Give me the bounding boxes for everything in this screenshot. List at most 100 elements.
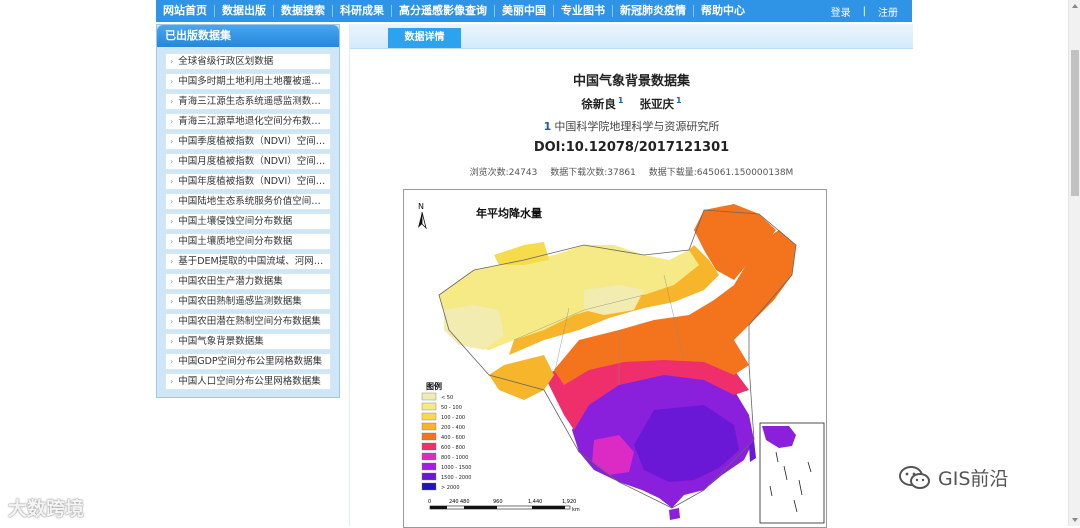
dataset-item[interactable]: › 中国土壤侵蚀空间分布数据	[165, 213, 331, 230]
dataset-item[interactable]: › 中国GDP空间分布公里网格数据集	[165, 353, 331, 370]
legend-swatch	[421, 472, 437, 481]
dataset-item[interactable]: › 中国多时期土地利用土地覆被遥感监测数据集	[165, 73, 331, 90]
nav-item-imagery[interactable]: 高分遥感影像查询	[392, 5, 495, 17]
dataset-label: 中国气象背景数据集	[178, 336, 264, 347]
arrow-icon: ›	[170, 77, 174, 86]
arrow-icon: ›	[170, 297, 174, 306]
dataset-item[interactable]: › 全球省级行政区划数据	[165, 53, 331, 70]
nav-item-home[interactable]: 网站首页	[156, 5, 215, 17]
legend-swatch	[421, 402, 437, 411]
author-name[interactable]: 徐新良	[581, 97, 616, 111]
dataset-item[interactable]: › 中国土壤质地空间分布数据	[165, 233, 331, 250]
dataset-item[interactable]: › 中国农田生产潜力数据集	[165, 273, 331, 290]
affiliation: 1 中国科学院地理科学与资源研究所	[350, 118, 913, 134]
dataset-label: 中国年度植被指数（NDVI）空间分布数据集	[178, 176, 330, 187]
tab-data-details[interactable]: 数据详情	[388, 28, 461, 48]
scroll-up-icon[interactable]	[1072, 4, 1078, 8]
nav-item-publish[interactable]: 数据出版	[215, 5, 274, 17]
auth-separator: |	[862, 5, 866, 17]
scale-tick-label: 1,920	[562, 499, 576, 505]
dataset-item[interactable]: › 中国年度植被指数（NDVI）空间分布数据集	[165, 173, 331, 190]
legend-label: 50 - 100	[441, 405, 462, 411]
north-arrow-icon	[418, 211, 427, 230]
arrow-icon: ›	[170, 317, 174, 326]
doi: DOI:10.12078/2017121301	[533, 140, 730, 155]
legend-label: 800 - 1000	[441, 455, 468, 461]
stats-line: 浏览次数:24743 数据下载次数:37861 数据下载量:645061.150…	[350, 165, 913, 178]
dataset-label: 中国季度植被指数（NDVI）空间分布数据集	[178, 136, 330, 147]
sidebar-title: 已出版数据集	[157, 25, 339, 47]
arrow-icon: ›	[170, 57, 174, 66]
legend-label: 600 - 800	[441, 445, 465, 451]
login-link[interactable]: 登录	[831, 4, 851, 19]
watermark-text: GIS前沿	[938, 468, 1009, 490]
dataset-item[interactable]: › 青海三江源草地退化空间分布数据集	[165, 113, 331, 130]
arrow-icon: ›	[170, 357, 174, 366]
watermark-left: 大数跨境	[8, 498, 85, 520]
dataset-label: 中国月度植被指数（NDVI）空间分布数据集	[178, 156, 330, 167]
legend-swatch	[421, 452, 437, 461]
nav-item-beautiful-china[interactable]: 美丽中国	[495, 5, 554, 17]
dataset-label: 青海三江源草地退化空间分布数据集	[178, 116, 331, 127]
arrow-icon: ›	[170, 157, 174, 166]
dataset-item[interactable]: › 中国农田潜在熟制空间分布数据集	[165, 313, 331, 330]
dataset-label: 中国农田生产潜力数据集	[178, 276, 283, 287]
dataset-label: 中国人口空间分布公里网格数据集	[178, 376, 321, 387]
dataset-item[interactable]: › 中国季度植被指数（NDVI）空间分布数据集	[165, 133, 331, 150]
arrow-icon: ›	[170, 377, 174, 386]
legend-label: > 2000	[441, 485, 460, 491]
legend-swatch	[421, 482, 437, 491]
scrollbar-thumb[interactable]	[1071, 50, 1079, 196]
dataset-item[interactable]: › 中国气象背景数据集	[165, 333, 331, 350]
scale-tick-label: 1,440	[528, 499, 542, 505]
legend-label: 1500 - 2000	[441, 475, 471, 481]
scale-tick-label: 960	[493, 499, 503, 505]
main-content: 数据详情 中国气象背景数据集 徐新良 1 张亚庆 1 1 中国科学院地理科学与资源研究…	[349, 24, 913, 528]
dataset-item[interactable]: › 中国月度植被指数（NDVI）空间分布数据集	[165, 153, 331, 170]
dataset-item[interactable]: › 中国人口空间分布公里网格数据集	[165, 373, 331, 390]
arrow-icon: ›	[170, 117, 174, 126]
page-scrollbar[interactable]	[1068, 0, 1080, 526]
dataset-label: 全球省级行政区划数据	[178, 56, 274, 67]
legend-label: 200 - 400	[441, 425, 465, 431]
legend-label: < 50	[441, 395, 453, 401]
download-count: 数据下载次数:37861	[550, 168, 636, 178]
dataset-item[interactable]: › 中国陆地生态系统服务价值空间分布数据集	[165, 193, 331, 210]
watermark-right: GIS前沿	[898, 464, 1008, 491]
dataset-label: 中国农田熟制遥感监测数据集	[178, 296, 302, 307]
legend-label: 400 - 600	[441, 435, 465, 441]
affiliation-number: 1	[543, 120, 552, 133]
legend-title: 图例	[426, 381, 442, 391]
scale-tick-label: 240	[449, 499, 459, 505]
map-legend: 图例 < 50 50 - 100 100 - 200 200 - 400 400 - 6…	[421, 381, 471, 491]
legend-swatch	[421, 462, 437, 471]
legend-label: 100 - 200	[441, 415, 465, 421]
arrow-icon: ›	[170, 257, 174, 266]
dataset-item[interactable]: › 青海三江源生态系统遥感监测数据集	[165, 93, 331, 110]
nav-item-search[interactable]: 数据搜索	[274, 5, 333, 17]
register-link[interactable]: 注册	[878, 4, 898, 19]
scale-tick-label: 480	[460, 499, 470, 505]
download-volume: 数据下载量:645061.150000138M	[648, 168, 794, 178]
dataset-title: 中国气象背景数据集	[572, 74, 690, 89]
legend-swatch	[421, 432, 437, 441]
nav-item-covid[interactable]: 新冠肺炎疫情	[613, 5, 694, 17]
auth-links: 登录 | 注册	[831, 0, 898, 22]
dataset-item[interactable]: › 中国农田熟制遥感监测数据集	[165, 293, 331, 310]
nav-item-help[interactable]: 帮助中心	[694, 5, 752, 17]
scale-bar: 0 240 480 960 1,440 1,920 km	[428, 499, 580, 513]
author-name[interactable]: 张亚庆	[640, 97, 675, 111]
legend-swatch	[421, 412, 437, 421]
scroll-down-icon[interactable]	[1072, 518, 1078, 522]
scale-unit: km	[572, 507, 580, 513]
scale-tick-label: 0	[428, 499, 431, 505]
nav-item-books[interactable]: 专业图书	[554, 5, 613, 17]
dataset-list: › 全球省级行政区划数据 › 中国多时期土地利用土地覆被遥感监测数据集 › 青海三江源…	[157, 47, 339, 390]
dataset-item[interactable]: › 基于DEM提取的中国流域、河网数据集	[165, 253, 331, 270]
sidebar: 已出版数据集 › 全球省级行政区划数据 › 中国多时期土地利用土地覆被遥感监测数据集…	[156, 24, 340, 398]
dataset-label: 中国陆地生态系统服务价值空间分布数据集	[178, 196, 331, 207]
nav-item-research[interactable]: 科研成果	[333, 5, 392, 17]
dataset-label: 中国GDP空间分布公里网格数据集	[178, 356, 323, 367]
arrow-icon: ›	[170, 337, 174, 346]
legend-swatch	[421, 442, 437, 451]
